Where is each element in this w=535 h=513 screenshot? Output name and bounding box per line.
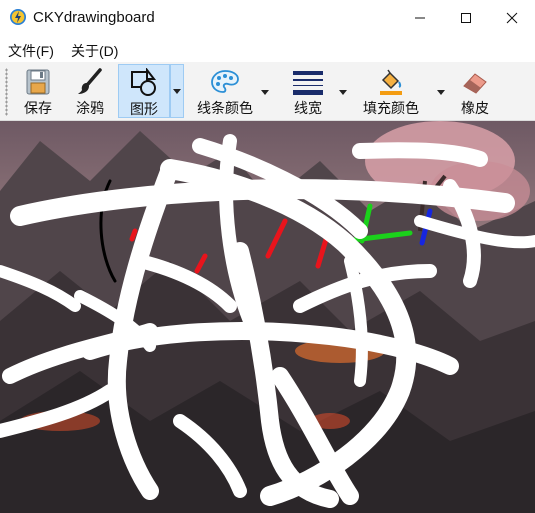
paint-bucket-icon <box>380 69 402 95</box>
eraser-button[interactable]: 橡皮 <box>452 64 498 118</box>
app-lightning-icon <box>9 8 27 26</box>
save-label: 保存 <box>24 100 52 116</box>
maximize-icon <box>461 13 471 23</box>
canvas-drawing <box>0 121 535 513</box>
palette-icon <box>211 70 239 93</box>
maximize-button[interactable] <box>443 0 489 36</box>
save-button[interactable]: 保存 <box>15 64 61 118</box>
close-icon <box>506 12 518 24</box>
eraser-icon <box>463 73 487 94</box>
close-button[interactable] <box>489 0 535 36</box>
fill-color-label: 填充颜色 <box>363 100 419 116</box>
fill-color-dropdown[interactable] <box>434 86 448 98</box>
brush-icon <box>78 68 102 94</box>
shape-button[interactable]: 图形 <box>118 64 170 118</box>
line-width-button[interactable]: 线宽 <box>284 64 332 118</box>
doodle-label: 涂鸦 <box>76 100 104 116</box>
eraser-label: 橡皮 <box>461 100 489 116</box>
save-icon <box>26 69 50 95</box>
chevron-down-icon <box>437 89 445 95</box>
menu-file[interactable]: 文件(F) <box>8 41 54 61</box>
shape-label: 图形 <box>130 101 158 117</box>
line-width-dropdown[interactable] <box>336 86 350 98</box>
line-color-button[interactable]: 线条颜色 <box>192 64 258 118</box>
drawing-canvas[interactable] <box>0 121 535 513</box>
shapes-icon <box>131 68 157 96</box>
line-width-icon <box>293 71 323 95</box>
menu-about[interactable]: 关于(D) <box>71 41 118 61</box>
minimize-icon <box>415 17 425 19</box>
shape-dropdown[interactable] <box>170 64 184 118</box>
chevron-down-icon <box>261 89 269 95</box>
doodle-button[interactable]: 涂鸦 <box>66 64 114 118</box>
chevron-down-icon <box>339 89 347 95</box>
fill-color-button[interactable]: 填充颜色 <box>358 64 424 118</box>
minimize-button[interactable] <box>397 0 443 36</box>
toolbar-grip[interactable] <box>5 68 8 116</box>
line-color-label: 线条颜色 <box>197 100 253 116</box>
toolbar: 保存 涂鸦 图形 线条颜色 线宽 填充颜色 橡皮 <box>0 62 535 121</box>
title-bar: CKYdrawingboard <box>0 0 535 36</box>
line-color-dropdown[interactable] <box>258 86 272 98</box>
menu-bar: 文件(F) 关于(D) <box>0 36 535 62</box>
chevron-down-icon <box>173 88 181 94</box>
line-width-label: 线宽 <box>294 100 322 116</box>
window-title: CKYdrawingboard <box>33 9 155 26</box>
